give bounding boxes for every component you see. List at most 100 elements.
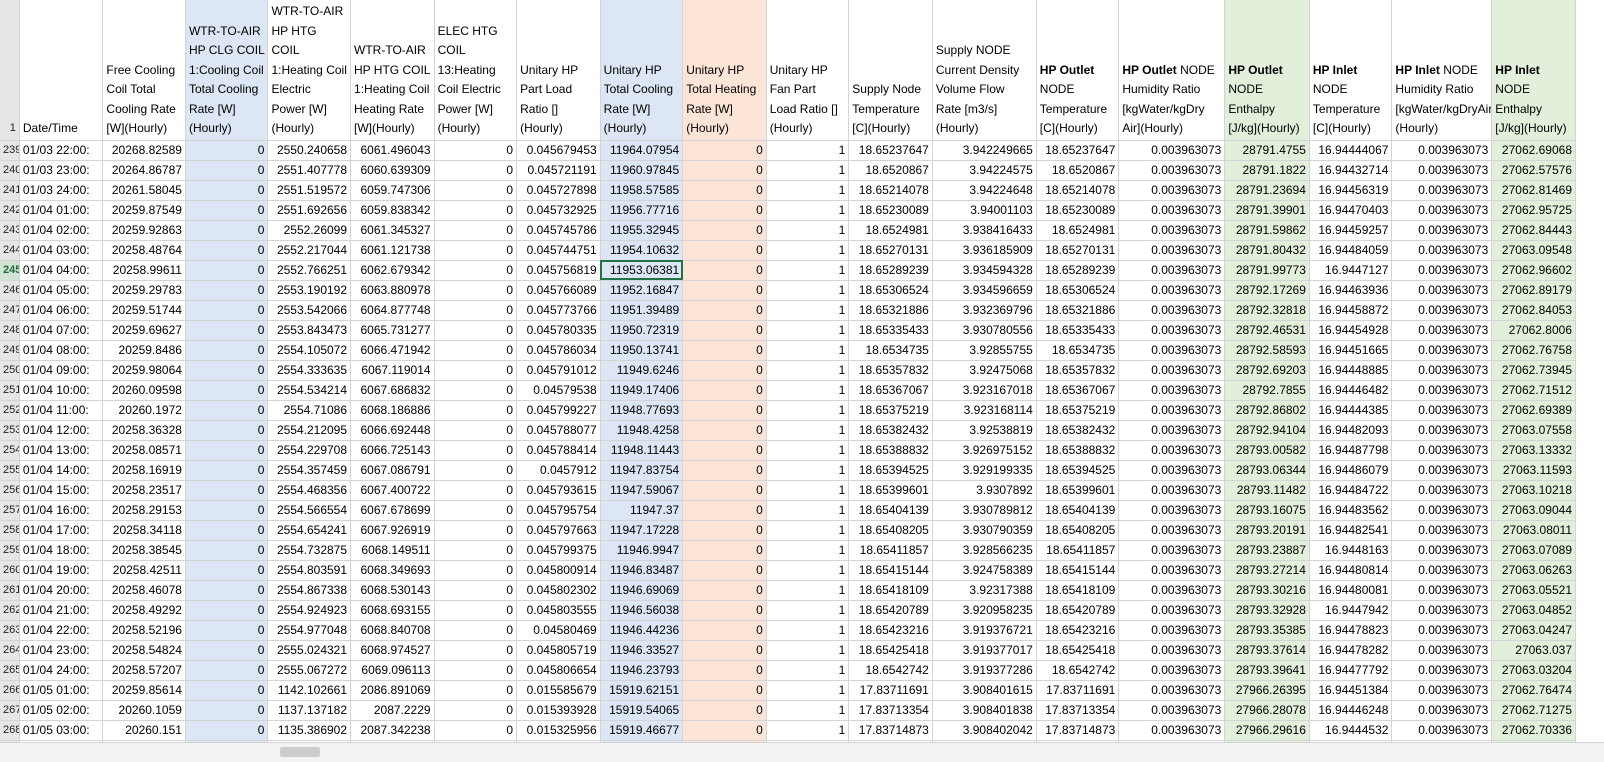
cell[interactable]: 3.919376721 [932, 620, 1037, 641]
cell[interactable]: 0 [434, 300, 518, 321]
cell[interactable]: 20259.51744 [102, 300, 186, 321]
cell[interactable]: 0 [185, 320, 269, 341]
cell[interactable]: 28791.1822 [1224, 160, 1310, 181]
cell[interactable]: 0.003963073 [1391, 460, 1493, 481]
cell[interactable]: 2554.867338 [267, 580, 352, 601]
cell[interactable]: 0.045679453 [516, 140, 601, 161]
cell[interactable]: 0 [185, 240, 269, 261]
cell[interactable]: 20259.29783 [102, 280, 186, 301]
cell[interactable]: 0.003963073 [1118, 400, 1226, 421]
cell[interactable]: 2552.26099 [267, 220, 352, 241]
cell[interactable]: 6064.877748 [350, 300, 435, 321]
cell[interactable]: 18.65399601 [848, 480, 933, 501]
cell[interactable]: 0 [185, 700, 269, 721]
cell[interactable]: 18.65394525 [1036, 460, 1120, 481]
cell[interactable]: 20259.85614 [102, 680, 186, 701]
cell[interactable]: 16.94484059 [1309, 240, 1393, 261]
cell[interactable]: 16.94482093 [1309, 420, 1393, 441]
column-header-16[interactable]: HP Inlet NODE Humidity Ratio [kgWater/kg… [1391, 0, 1493, 141]
cell[interactable]: 0 [185, 560, 269, 581]
cell[interactable]: 11949.17406 [600, 380, 684, 401]
cell[interactable]: 20258.29153 [102, 500, 186, 521]
cell[interactable]: 0.045799375 [516, 540, 601, 561]
cell[interactable]: 18.65335433 [848, 320, 933, 341]
cell[interactable]: 3.92475068 [932, 360, 1037, 381]
cell[interactable]: 27062.70336 [1491, 720, 1576, 741]
cell[interactable]: 0.003963073 [1391, 720, 1493, 741]
cell[interactable]: 18.65214078 [1036, 180, 1120, 201]
cell[interactable]: 18.65420789 [1036, 600, 1120, 621]
cell[interactable]: 6068.693155 [350, 600, 435, 621]
cell[interactable]: 6059.747306 [350, 180, 435, 201]
cell[interactable]: 6067.678699 [350, 500, 435, 521]
cell[interactable]: 0.003963073 [1118, 540, 1226, 561]
row-number[interactable]: 263 [0, 620, 20, 641]
cell[interactable]: 0 [682, 600, 767, 621]
cell[interactable]: 0.003963073 [1118, 300, 1226, 321]
cell[interactable]: 1 [766, 560, 850, 581]
cell[interactable]: 18.65388832 [1036, 440, 1120, 461]
cell[interactable]: 18.6524981 [1036, 220, 1120, 241]
cell[interactable]: 2554.654241 [267, 520, 352, 541]
cell[interactable]: 3.923168114 [932, 400, 1037, 421]
cell[interactable]: 18.65375219 [848, 400, 933, 421]
cell-date[interactable]: 01/04 10:00: [19, 380, 104, 401]
cell[interactable]: 0 [185, 260, 269, 281]
cell[interactable]: 16.94458872 [1309, 300, 1393, 321]
cell[interactable]: 1 [766, 200, 850, 221]
cell[interactable]: 18.65306524 [1036, 280, 1120, 301]
cell[interactable]: 0.003963073 [1391, 580, 1493, 601]
cell[interactable]: 18.65375219 [1036, 400, 1120, 421]
cell[interactable]: 0 [434, 540, 518, 561]
cell[interactable]: 27966.26395 [1224, 680, 1310, 701]
cell[interactable]: 3.94224575 [932, 160, 1037, 181]
cell[interactable]: 18.65408205 [1036, 520, 1120, 541]
cell[interactable]: 0 [682, 460, 767, 481]
cell[interactable]: 16.94487798 [1309, 440, 1393, 461]
cell-date[interactable]: 01/03 23:00: [19, 160, 104, 181]
cell[interactable]: 18.65382432 [848, 420, 933, 441]
cell[interactable]: 0.003963073 [1118, 720, 1226, 741]
cell[interactable]: 0 [682, 360, 767, 381]
cell[interactable]: 2554.71086 [267, 400, 352, 421]
cell[interactable]: 28791.80432 [1224, 240, 1310, 261]
cell-date[interactable]: 01/04 12:00: [19, 420, 104, 441]
cell[interactable]: 0.003963073 [1118, 280, 1226, 301]
cell[interactable]: 2554.924923 [267, 600, 352, 621]
cell[interactable]: 16.94446482 [1309, 380, 1393, 401]
cell-date[interactable]: 01/04 11:00: [19, 400, 104, 421]
cell[interactable]: 27063.06263 [1491, 560, 1576, 581]
cell[interactable]: 1 [766, 460, 850, 481]
cell[interactable]: 1 [766, 640, 850, 661]
cell[interactable]: 0 [682, 700, 767, 721]
cell-date[interactable]: 01/04 01:00: [19, 200, 104, 221]
row-number[interactable]: 250 [0, 360, 20, 381]
cell[interactable]: 27062.96602 [1491, 260, 1576, 281]
cell[interactable]: 0 [682, 320, 767, 341]
cell[interactable]: 18.65321886 [1036, 300, 1120, 321]
cell[interactable]: 2552.766251 [267, 260, 352, 281]
cell[interactable]: 2552.217044 [267, 240, 352, 261]
cell[interactable]: 3.938416433 [932, 220, 1037, 241]
cell[interactable]: 2554.357459 [267, 460, 352, 481]
cell[interactable]: 0.003963073 [1118, 380, 1226, 401]
cell[interactable]: 27062.84443 [1491, 220, 1576, 241]
cell[interactable]: 3.908401838 [932, 700, 1037, 721]
cell[interactable]: 28793.30216 [1224, 580, 1310, 601]
cell[interactable]: 28791.39901 [1224, 200, 1310, 221]
cell[interactable]: 6068.349693 [350, 560, 435, 581]
cell[interactable]: 11946.9947 [600, 540, 684, 561]
cell[interactable]: 1 [766, 660, 850, 681]
cell[interactable]: 1 [766, 600, 850, 621]
cell[interactable]: 28793.11482 [1224, 480, 1310, 501]
cell[interactable]: 17.83714873 [848, 720, 933, 741]
cell[interactable]: 0 [682, 380, 767, 401]
cell[interactable]: 18.6524981 [848, 220, 933, 241]
cell[interactable]: 6060.639309 [350, 160, 435, 181]
cell[interactable]: 0.04579538 [516, 380, 601, 401]
cell[interactable]: 1 [766, 580, 850, 601]
cell[interactable]: 18.65404139 [848, 500, 933, 521]
cell[interactable]: 11964.07954 [600, 140, 684, 161]
column-header-6[interactable]: Unitary HP Part Load Ratio [](Hourly) [516, 0, 601, 141]
cell[interactable]: 15919.62151 [600, 680, 684, 701]
